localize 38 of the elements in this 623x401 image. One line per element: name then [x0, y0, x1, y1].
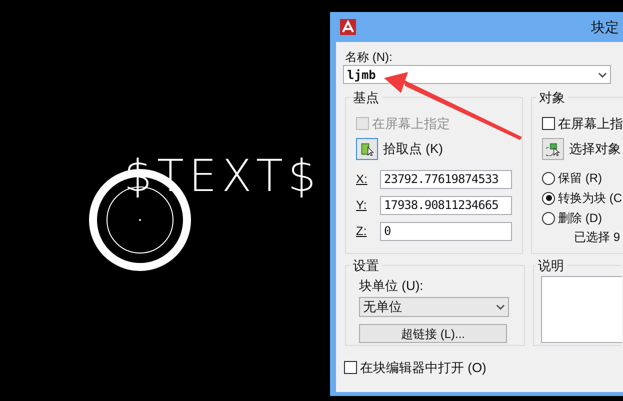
- unit-dropdown[interactable]: 无单位: [359, 297, 509, 317]
- coordinate-label: Y:: [356, 197, 368, 214]
- group-title: 基点: [352, 89, 380, 107]
- name-label: 名称 (N):: [345, 49, 394, 65]
- checkbox-label: 在屏幕上指定: [372, 114, 450, 132]
- unit-label: 块单位 (U):: [359, 276, 424, 295]
- select-objects-button[interactable]: [542, 138, 564, 160]
- app-logo-icon: [340, 19, 356, 35]
- caret-icon: [496, 304, 505, 310]
- radio-button[interactable]: [542, 192, 555, 204]
- select-objects-label: 选择对象: [569, 140, 621, 158]
- name-combobox[interactable]: ljmb: [343, 65, 611, 84]
- coordinate-label: Z:: [356, 223, 368, 240]
- coordinate-field[interactable]: 17938.90811234665: [380, 196, 512, 214]
- pick-point-button[interactable]: [356, 138, 378, 160]
- group-title: 设置: [352, 257, 380, 275]
- pick-point-icon: [360, 142, 374, 156]
- group-title: 对象: [538, 89, 566, 107]
- checkbox[interactable]: [542, 116, 555, 130]
- radio-label: 转换为块 (C: [558, 190, 622, 207]
- selection-count: 已选择 9: [573, 229, 622, 246]
- coordinate-field[interactable]: 0: [380, 222, 512, 240]
- select-objects-icon: [546, 142, 560, 156]
- checkbox[interactable]: [344, 361, 357, 374]
- radio-label: 删除 (D): [558, 210, 602, 227]
- coordinate-field[interactable]: 23792.77619874533: [380, 170, 512, 188]
- checkbox-label: 在屏幕上指: [558, 114, 623, 132]
- description-field[interactable]: [541, 276, 622, 342]
- pick-point-label: 拾取点 (K): [383, 140, 443, 158]
- hyperlink-button[interactable]: 超链接 (L)...: [359, 324, 507, 343]
- coordinate-label: X:: [356, 171, 368, 188]
- radio-button[interactable]: [542, 212, 555, 224]
- radio-button[interactable]: [542, 172, 555, 184]
- window-title: 块定: [591, 18, 619, 36]
- caret-icon: [598, 72, 607, 78]
- radio-label: 保留 (R): [558, 170, 602, 187]
- checkbox-label: 在块编辑器中打开 (O): [360, 359, 486, 377]
- group-title: 说明: [537, 257, 565, 275]
